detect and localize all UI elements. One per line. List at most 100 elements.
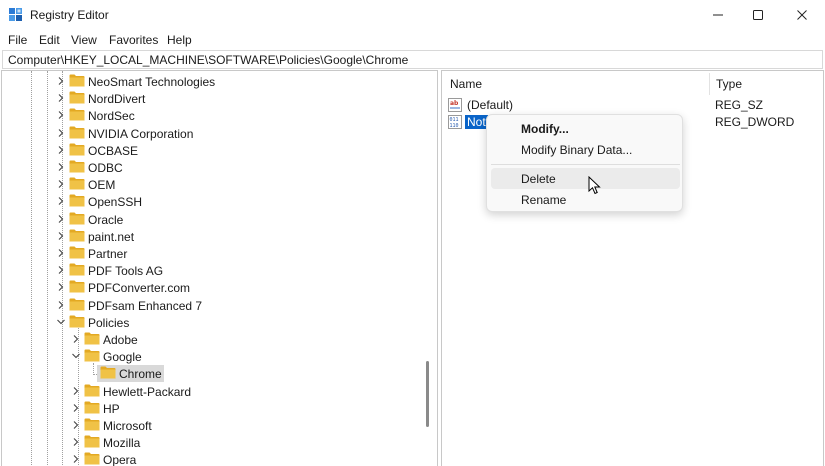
chevron-right-icon[interactable] [56,282,66,292]
chevron-right-icon[interactable] [56,231,66,241]
menu-bar: File Edit View Favorites Help [0,30,825,50]
tree-item-label: Policies [88,315,130,330]
tree-item-pdfconverter-com[interactable]: PDFConverter.com [2,279,422,296]
tree-item-label: Opera [103,453,137,466]
menu-view[interactable]: View [71,33,97,47]
tree-item-label: OCBASE [88,143,139,158]
tree-item-label: PDFsam Enhanced 7 [88,298,203,313]
chevron-down-icon[interactable] [56,317,66,327]
address-bar[interactable]: Computer\HKEY_LOCAL_MACHINE\SOFTWARE\Pol… [2,50,823,69]
folder-open-icon [69,315,85,328]
chevron-right-icon[interactable] [56,145,66,155]
minimize-button[interactable] [696,0,740,30]
chevron-down-icon[interactable] [71,351,81,361]
tree-item-mozilla[interactable]: Mozilla [2,434,422,451]
tree-item-label: OpenSSH [88,195,143,210]
folder-icon [69,74,85,87]
tree-item-google[interactable]: Google [2,348,422,365]
tree-item-pdf-tools-ag[interactable]: PDF Tools AG [2,262,422,279]
chevron-right-icon[interactable] [56,214,66,224]
menu-edit[interactable]: Edit [39,33,60,47]
menu-separator [491,164,680,165]
column-header-type[interactable]: Type [716,77,742,91]
chevron-right-icon[interactable] [71,420,81,430]
context-menu: Modify... Modify Binary Data... Delete R… [486,114,683,212]
tree-item-hp[interactable]: HP [2,400,422,417]
tree-item-adobe[interactable]: Adobe [2,331,422,348]
tree-item-label: NeoSmart Technologies [88,75,216,89]
title-bar[interactable]: Registry Editor [0,0,825,30]
chevron-right-icon[interactable] [56,128,66,138]
tree-item-odbc[interactable]: ODBC [2,159,422,176]
menu-file[interactable]: File [8,33,27,47]
chevron-right-icon[interactable] [56,265,66,275]
tree-item-label: ODBC [88,161,123,175]
chevron-right-icon[interactable] [71,454,81,464]
tree-item-label: NVIDIA Corporation [88,126,194,141]
minimize-icon [713,14,723,16]
menu-favorites[interactable]: Favorites [109,33,158,47]
menu-item-modify-binary[interactable]: Modify Binary Data... [491,139,680,160]
tree-item-paint-net[interactable]: paint.net [2,228,422,245]
tree-item-norddivert[interactable]: NordDivert [2,90,422,107]
chevron-right-icon[interactable] [56,76,66,86]
folder-icon [69,177,85,190]
menu-item-rename[interactable]: Rename [491,189,680,210]
tree-item-chrome[interactable]: Chrome [2,365,422,383]
folder-icon [100,366,116,379]
chevron-right-icon[interactable] [71,437,81,447]
chevron-right-icon[interactable] [56,162,66,172]
tree-item-neosmart-technologies[interactable]: NeoSmart Technologies [2,73,422,90]
tree-item-label: Mozilla [103,436,141,451]
menu-help[interactable]: Help [167,33,192,47]
value-name: (Default) [467,98,514,112]
menu-item-label: Modify Binary Data... [521,143,633,157]
tree-item-oem[interactable]: OEM [2,176,422,193]
address-path: Computer\HKEY_LOCAL_MACHINE\SOFTWARE\Pol… [8,53,409,67]
chevron-right-icon[interactable] [71,386,81,396]
folder-icon [69,160,85,173]
menu-item-label: Delete [521,172,556,186]
tree-item-nordsec[interactable]: NordSec [2,107,422,124]
chevron-right-icon[interactable] [56,93,66,103]
tree-item-partner[interactable]: Partner [2,245,422,262]
key-tree-pane[interactable]: NeoSmart Technologies NordDivert NordSec NV… [1,70,438,466]
chevron-right-icon[interactable] [56,196,66,206]
tree-item-ocbase[interactable]: OCBASE [2,142,422,159]
folder-icon [69,263,85,276]
column-header-name[interactable]: Name [450,77,482,91]
value-row-default[interactable]: ab (Default) REG_SZ [442,97,825,114]
menu-item-label: Modify... [521,122,569,136]
chevron-right-icon[interactable] [56,110,66,120]
tree-item-pdfsam-enhanced-7[interactable]: PDFsam Enhanced 7 [2,297,422,314]
svg-text:ab: ab [450,100,459,107]
chevron-right-icon[interactable] [56,300,66,310]
tree-item-hewlett-packard[interactable]: Hewlett-Packard [2,383,422,400]
folder-icon [69,280,85,293]
column-separator[interactable] [709,73,710,95]
menu-item-label: Rename [521,193,567,207]
chevron-right-icon[interactable] [56,248,66,258]
tree-item-label: NordDivert [88,92,146,107]
maximize-icon [753,10,763,20]
menu-item-modify[interactable]: Modify... [491,118,680,139]
tree-item-policies[interactable]: Policies [2,314,422,331]
chevron-right-icon[interactable] [56,179,66,189]
menu-item-delete[interactable]: Delete [491,168,680,189]
chevron-right-icon[interactable] [71,403,81,413]
tree-item-oracle[interactable]: Oracle [2,211,422,228]
folder-icon [84,435,100,448]
tree-item-microsoft[interactable]: Microsoft [2,417,422,434]
tree-scrollbar-thumb[interactable] [426,361,429,427]
close-icon [797,10,807,20]
maximize-button[interactable] [736,0,780,30]
chevron-right-icon[interactable] [71,334,81,344]
folder-icon [69,229,85,242]
folder-icon [84,418,100,431]
tree-item-openssh[interactable]: OpenSSH [2,193,422,210]
tree-item-opera[interactable]: Opera [2,451,422,466]
close-button[interactable] [780,0,824,30]
window-title: Registry Editor [30,8,109,22]
tree-item-label: Microsoft [103,419,152,433]
tree-item-nvidia-corporation[interactable]: NVIDIA Corporation [2,125,422,142]
